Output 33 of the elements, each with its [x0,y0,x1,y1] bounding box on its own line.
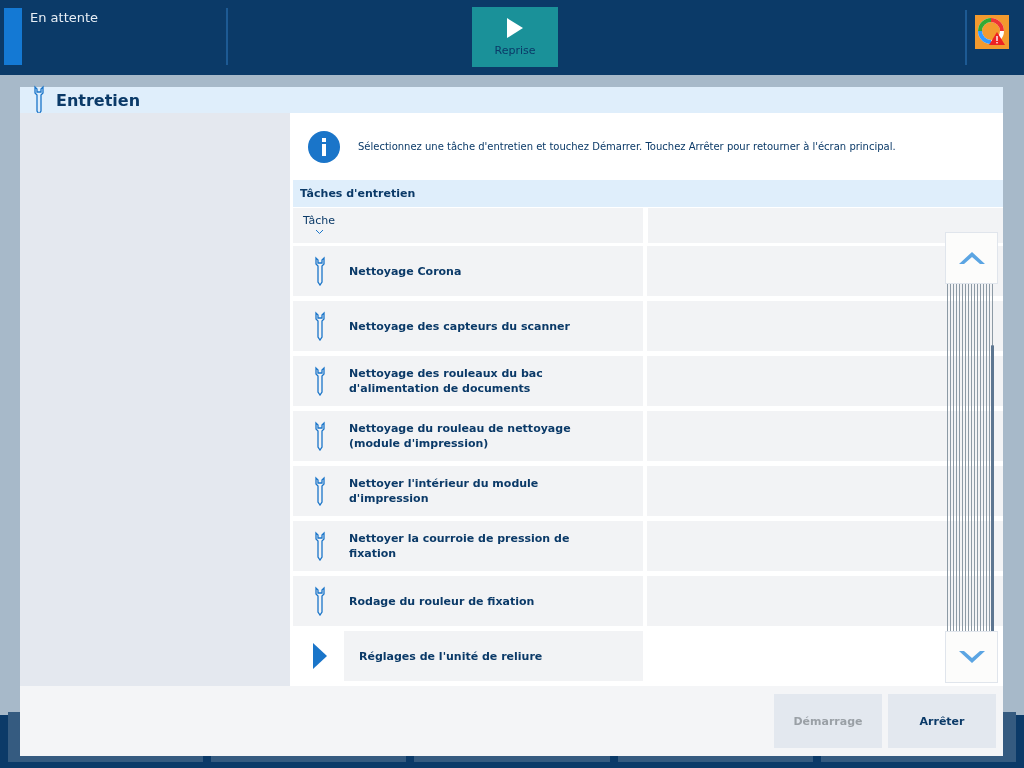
section-title: Tâches d'entretien [300,187,416,200]
dialog-title: Entretien [56,90,141,110]
scroll-up-button[interactable] [945,232,998,284]
wrench-icon [313,366,327,396]
task-item[interactable]: Nettoyage des capteurs du scanner [293,301,643,351]
task-item[interactable]: Nettoyage des rouleaux du bac d'alimentation de documents [293,356,643,406]
wrench-icon [313,311,327,341]
wrench-icon [313,476,327,506]
sort-caret-icon [316,230,323,234]
task-item[interactable]: Nettoyer la courroie de pression de fixation [293,521,643,571]
chevron-up-icon [958,251,985,265]
task-item[interactable]: Nettoyage du rouleau de nettoyage (module d'impression) [293,411,643,461]
status-label: En attente [29,9,100,27]
wrench-icon [313,531,327,561]
chevron-down-icon [958,650,985,664]
column-header[interactable]: Tâche [293,208,643,243]
play-icon [507,17,523,38]
status-indicator [4,8,22,65]
alert-button[interactable] [975,15,1009,49]
wrench-icon [313,586,327,616]
wrench-icon [32,85,46,115]
task-item[interactable]: Nettoyer l'intérieur du module d'impression [293,466,643,516]
wrench-icon [313,421,327,451]
wrench-icon [313,256,327,286]
task-item[interactable]: Réglages de l'unité de reliure [344,631,643,681]
stop-button[interactable]: Arrêter [888,694,996,748]
color-wheel-warning-icon [978,18,1006,46]
scroll-down-button[interactable] [945,631,998,683]
info-text: Sélectionnez une tâche d'entretien et touchez Démarrer. Touchez Arrêter pour retourner à l'écran principal. [358,141,896,152]
task-item[interactable]: Nettoyage Corona [293,246,643,296]
task-item[interactable]: Rodage du rouleur de fixation [293,576,643,626]
selection-arrow-icon [313,643,327,669]
info-icon [308,130,340,163]
